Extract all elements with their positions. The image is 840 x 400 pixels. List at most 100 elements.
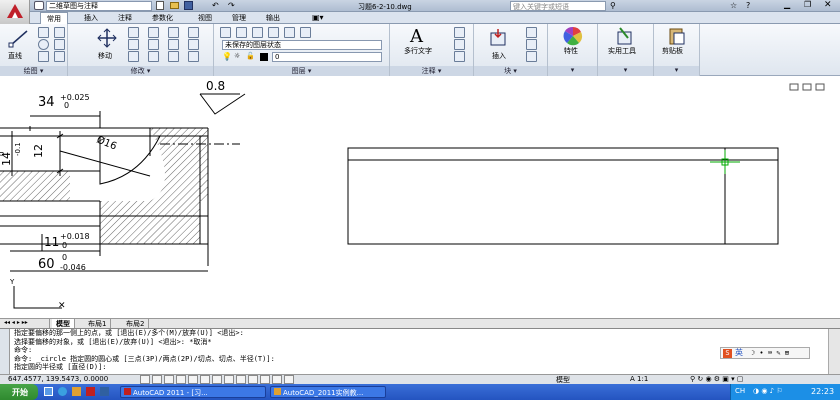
polar-toggle[interactable] [176,375,186,384]
edit-block-icon[interactable] [526,39,537,50]
tab-output[interactable]: 输出 [260,12,286,24]
undo-icon[interactable]: ↶ [212,1,219,10]
arc-icon[interactable] [38,51,49,62]
scale-icon[interactable] [148,51,159,62]
tray-icons[interactable]: ◑ ◉ ♪ ⚐ [753,387,783,395]
layer-dropdown[interactable]: 0 [272,52,382,62]
close-icon[interactable]: ✕ [824,0,832,10]
rectangle-icon[interactable] [54,27,65,38]
workspace-dropdown[interactable]: 二维草图与注释 [46,1,152,11]
lineweight-toggle[interactable] [248,375,258,384]
new-icon[interactable] [156,1,164,10]
show-desktop-icon[interactable] [44,387,53,396]
attribute-icon[interactable] [526,51,537,62]
modify-panel-label[interactable]: 修改 ▾ [68,66,213,76]
search-icon[interactable]: ⚲ [610,1,616,10]
annotation-panel-label[interactable]: 注释 ▾ [390,66,473,76]
ime-language[interactable]: 英 [735,348,743,358]
viewport-controls[interactable] [789,83,825,91]
erase-icon[interactable] [168,27,179,38]
tab-manage[interactable]: 管理 [226,12,252,24]
utilities-label[interactable]: 实用工具 [608,46,636,56]
mirror-icon[interactable] [128,39,139,50]
insert-block-icon[interactable] [488,28,510,48]
help-icon[interactable]: ? [746,1,750,10]
snap-mode-toggle[interactable] [140,375,150,384]
layer-properties-icon[interactable] [220,27,231,38]
osnap-toggle[interactable] [188,375,198,384]
sun-icon[interactable]: ☼ [234,52,240,60]
internet-explorer-icon[interactable] [58,387,67,396]
tab-parametric[interactable]: 参数化 [146,12,179,24]
block-panel-label[interactable]: 块 ▾ [474,66,547,76]
circle-icon[interactable] [38,39,49,50]
layer-freeze-icon[interactable] [284,27,295,38]
3d-osnap-toggle[interactable] [200,375,210,384]
minimize-icon[interactable]: ▁ [784,0,790,9]
polyline-icon[interactable] [38,27,49,38]
stretch-icon[interactable] [128,51,139,62]
status-tray-icons[interactable]: ⚲ ↻ ◉ ⚙ ▣ ▾ ▢ [690,375,743,383]
layer-state-dropdown[interactable]: 未保存的图层状态 [222,40,382,50]
clipboard-label[interactable]: 剪贴板 [662,46,683,56]
application-menu-button[interactable] [0,0,30,24]
star-icon[interactable]: ☆ [730,1,737,10]
layer-match-icon[interactable] [252,27,263,38]
utilities-panel-dropdown[interactable]: ▾ [598,66,653,76]
folder-icon[interactable] [72,387,81,396]
ime-tools-icon[interactable]: ☽ • ⌨ ✎ ⊞ [751,349,789,358]
draw-panel-label[interactable]: 绘图 ▾ [0,66,67,76]
create-block-icon[interactable] [526,27,537,38]
start-button[interactable]: 开始 [0,384,38,400]
leader-icon[interactable] [454,39,465,50]
join-icon[interactable] [188,51,199,62]
tab-home[interactable]: 常用 [40,12,68,24]
line-icon[interactable] [8,28,30,48]
open-icon[interactable] [170,2,179,9]
explode-icon[interactable] [168,39,179,50]
trim-icon[interactable] [148,27,159,38]
mtext-icon[interactable]: A [410,26,423,47]
color-wheel-icon[interactable] [562,26,584,46]
fillet-icon[interactable] [148,39,159,50]
tab-view[interactable]: 视图 [192,12,218,24]
tab-insert[interactable]: 插入 [78,12,104,24]
bulb-icon[interactable]: 💡 [222,52,232,61]
drawing-canvas[interactable]: Y ✕ 34 +0.025 0 0.8 12 14 0 -0.1 Ø16 11 … [0,76,840,318]
dimension-icon[interactable] [454,27,465,38]
otrack-toggle[interactable] [212,375,222,384]
transparency-toggle[interactable] [260,375,270,384]
utilities-icon[interactable] [614,26,636,46]
quick-properties-toggle[interactable] [272,375,282,384]
command-line-handle[interactable] [0,329,10,375]
restore-icon[interactable]: ❐ [804,0,811,9]
ducs-toggle[interactable] [224,375,234,384]
command-line[interactable]: 指定要偏移的那一侧上的点，或 [退出(E)/多个(M)/放弃(U)] <退出>:… [0,328,840,375]
grid-toggle[interactable] [152,375,162,384]
taskbar-item-tutorial[interactable]: AutoCAD_2011实例教... [270,386,386,398]
sogou-icon[interactable]: S [723,349,732,358]
autocad-quicklaunch-icon[interactable] [86,387,95,396]
ch-language-indicator[interactable]: CH [735,387,745,395]
tab-annotate[interactable]: 注释 [112,12,138,24]
command-scrollbar[interactable] [828,329,840,375]
ribbon-options-icon[interactable]: ▣▾ [306,12,330,24]
command-prompt[interactable]: 指定圆的半径或 [直径(D)]: [14,363,840,372]
taskbar-item-autocad[interactable]: AutoCAD 2011 - [习... [120,386,266,398]
layer-previous-icon[interactable] [236,27,247,38]
dyn-toggle[interactable] [236,375,246,384]
ortho-toggle[interactable] [164,375,174,384]
hatch-icon[interactable] [54,39,65,50]
selection-cycling-toggle[interactable] [284,375,294,384]
layer-off-icon[interactable] [300,27,311,38]
rotate-icon[interactable] [128,27,139,38]
lock-icon[interactable]: 🔓 [246,52,255,60]
search-input[interactable]: 键入关键字或短语 [510,1,606,11]
properties-panel-dropdown[interactable]: ▾ [548,66,597,76]
table-icon[interactable] [454,51,465,62]
offset-icon[interactable] [188,27,199,38]
save-icon[interactable] [184,1,193,10]
layer-isolate-icon[interactable] [268,27,279,38]
draw-more-icon[interactable] [54,51,65,62]
clipboard-panel-dropdown[interactable]: ▾ [654,66,699,76]
